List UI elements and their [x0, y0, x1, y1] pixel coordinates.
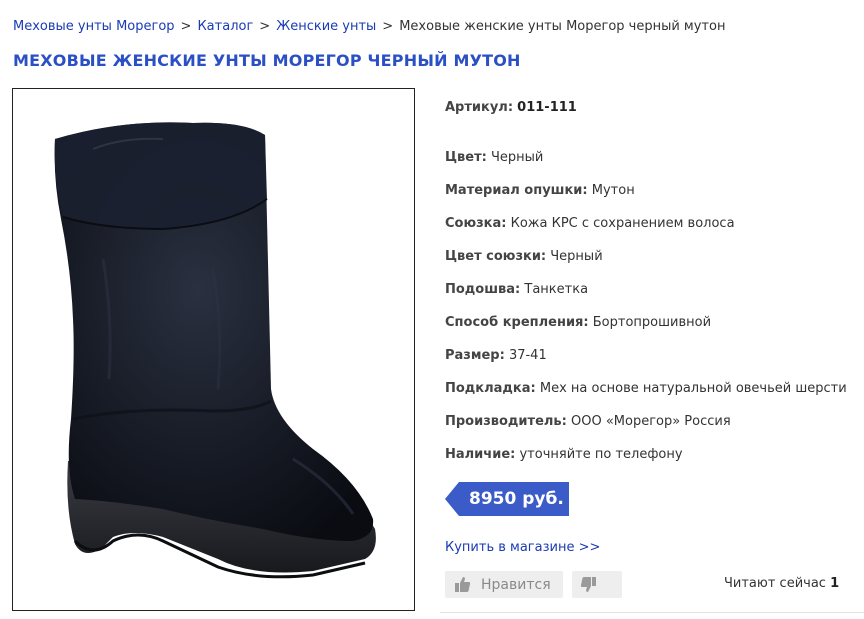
spec-lining: Подкладка: Мех на основе натуральной ове… [445, 381, 847, 396]
spec-label: Подошва: [445, 282, 521, 297]
spec-label: Способ крепления: [445, 315, 589, 330]
spec-label: Материал опушки: [445, 183, 588, 198]
spec-color: Цвет: Черный [445, 150, 543, 165]
spec-label: Артикул: [445, 100, 514, 115]
spec-value: 37-41 [508, 348, 547, 363]
buy-in-store-link[interactable]: Купить в магазине >> [445, 540, 600, 555]
spec-size: Размер: 37-41 [445, 348, 547, 363]
price-tag: 8950 руб. [445, 482, 569, 516]
breadcrumb-separator: > [259, 19, 271, 34]
thumbs-up-icon [454, 576, 471, 593]
spec-value: Мех на основе натуральной овечьей шерсти [539, 381, 847, 396]
spec-value: Кожа КРС с сохранением волоса [510, 216, 735, 231]
spec-sole: Подошва: Танкетка [445, 282, 588, 297]
spec-availability: Наличие: уточняйте по телефону [445, 447, 683, 462]
page-title: МЕХОВЫЕ ЖЕНСКИЕ УНТЫ МОРЕГОР ЧЕРНЫЙ МУТО… [13, 51, 521, 70]
spec-vamp: Союзка: Кожа КРС с сохранением волоса [445, 216, 735, 231]
spec-value: Черный [550, 249, 603, 264]
spec-value: Танкетка [524, 282, 589, 297]
spec-label: Союзка: [445, 216, 507, 231]
spec-value: уточняйте по телефону [519, 447, 683, 462]
thumbs-down-icon [580, 576, 597, 593]
readers-count: 1 [830, 576, 840, 591]
spec-value: ООО «Морегор» Россия [570, 414, 731, 429]
spec-label: Цвет союзки: [445, 249, 547, 264]
spec-value: Мутон [591, 183, 635, 198]
spec-vamp-color: Цвет союзки: Черный [445, 249, 603, 264]
spec-fastening: Способ крепления: Бортопрошивной [445, 315, 711, 330]
product-image[interactable] [12, 88, 415, 611]
breadcrumb-current: Меховые женские унты Морегор черный муто… [399, 19, 726, 34]
boot-photo-icon [54, 122, 376, 579]
breadcrumb-link-womens-boots[interactable]: Женские унты [276, 19, 376, 34]
spec-article: Артикул: 011-111 [445, 100, 577, 115]
like-button[interactable]: Нравится [445, 571, 563, 598]
spec-label: Цвет: [445, 150, 487, 165]
readers-label: Читают сейчас [724, 576, 826, 591]
breadcrumb-separator: > [180, 19, 192, 34]
spec-value: Черный [490, 150, 544, 165]
like-button-label: Нравится [481, 576, 551, 593]
spec-label: Подкладка: [445, 381, 536, 396]
divider [440, 612, 864, 613]
spec-label: Наличие: [445, 447, 516, 462]
spec-value: 011-111 [517, 100, 577, 115]
spec-value: Бортопрошивной [592, 315, 712, 330]
breadcrumb-link-home[interactable]: Меховые унты Морегор [13, 19, 175, 34]
price-value: 8950 руб. [469, 489, 564, 509]
dislike-button[interactable] [572, 571, 622, 598]
breadcrumb-link-catalog[interactable]: Каталог [197, 19, 253, 34]
readers-now: Читают сейчас 1 [724, 576, 839, 591]
breadcrumb-separator: > [382, 19, 394, 34]
spec-label: Размер: [445, 348, 505, 363]
spec-trim-material: Материал опушки: Мутон [445, 183, 635, 198]
spec-label: Производитель: [445, 414, 567, 429]
breadcrumb: Меховые унты Морегор > Каталог > Женские унт… [13, 19, 725, 34]
spec-manufacturer: Производитель: ООО «Морегор» Россия [445, 414, 731, 429]
